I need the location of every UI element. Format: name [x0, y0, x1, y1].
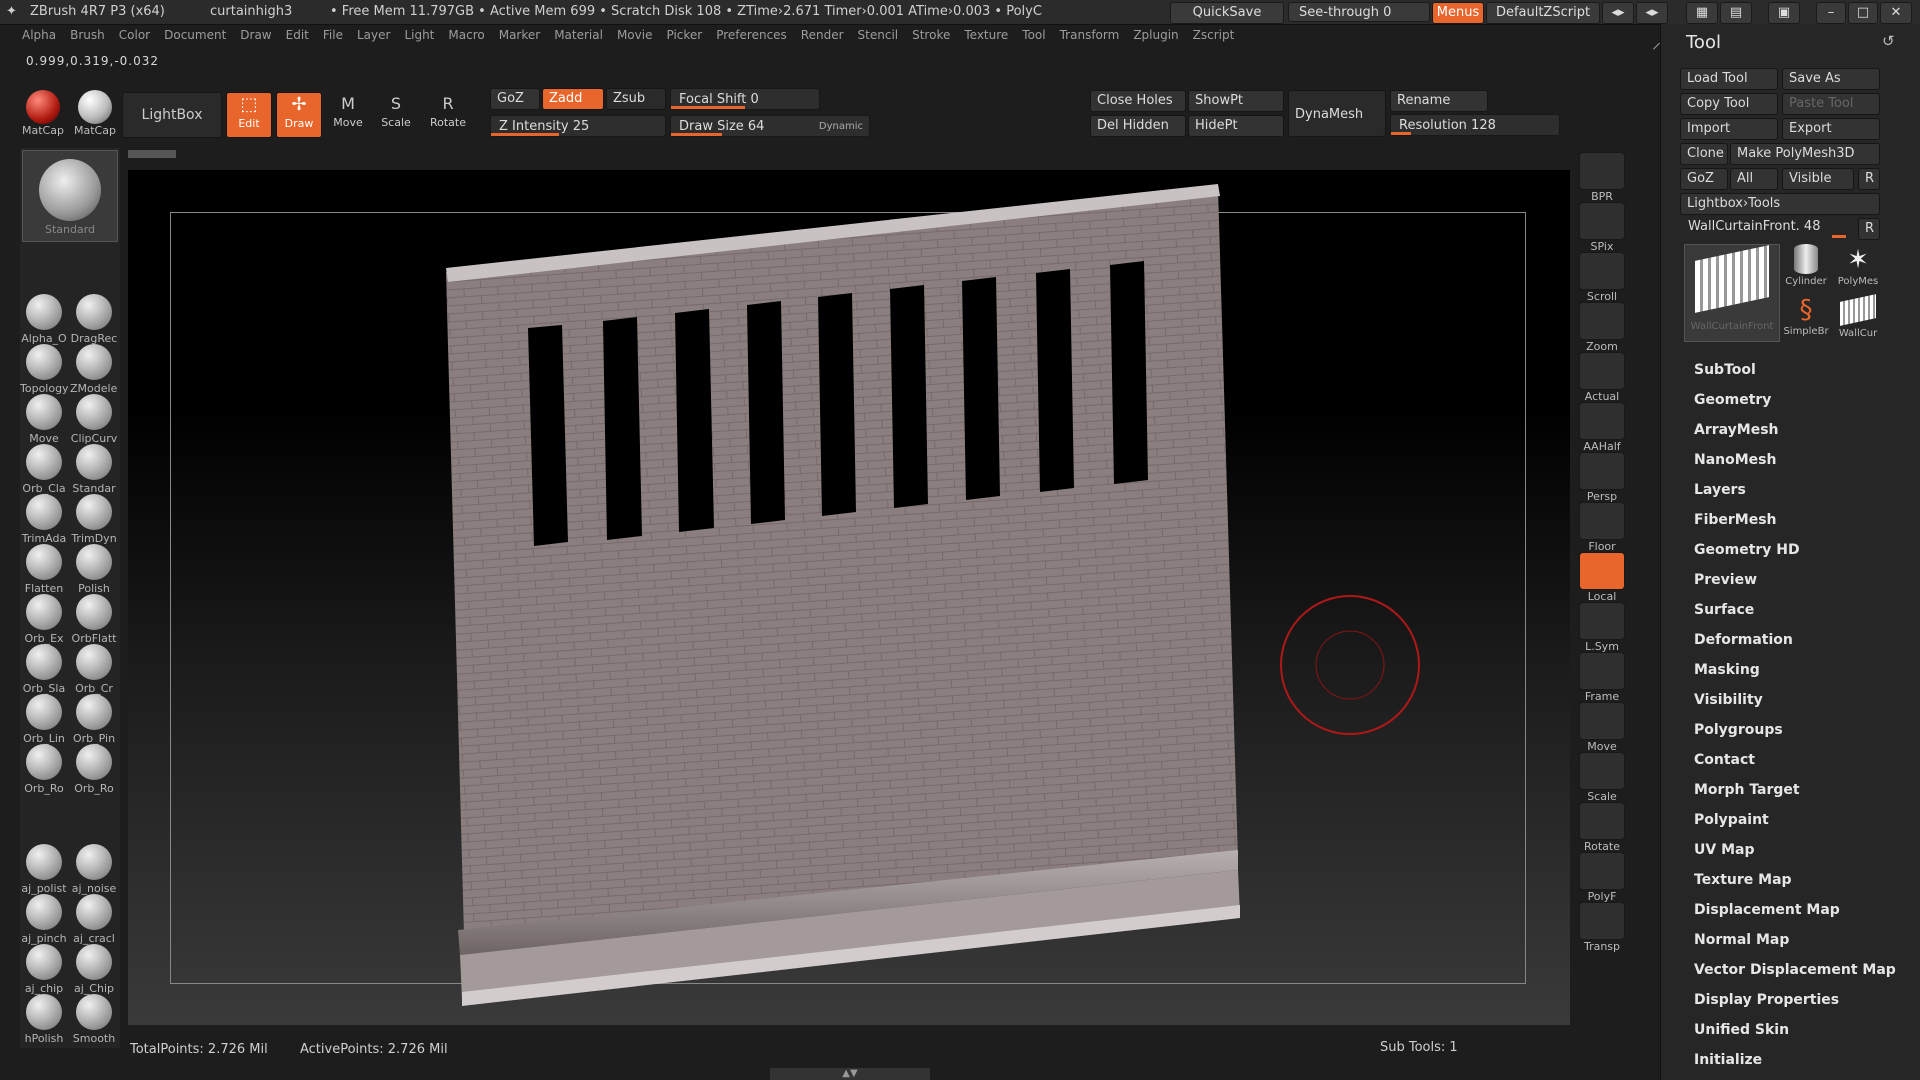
copy-tool-button[interactable]: Copy Tool [1680, 93, 1778, 115]
local-icon [1579, 552, 1625, 590]
tool-thumb-label: PolyMes [1837, 276, 1879, 287]
view-actual-button[interactable]: Actual [1578, 352, 1626, 403]
move-icon [1579, 702, 1625, 740]
actual-icon [1579, 352, 1625, 390]
tool-thumb-label: SimpleBr [1783, 326, 1829, 337]
tool-thumb-label: Cylinder [1785, 276, 1827, 287]
wall-thumb-icon [1695, 245, 1769, 313]
view-bpr-button[interactable]: BPR [1578, 152, 1626, 203]
export-button[interactable]: Export [1782, 118, 1880, 140]
view-floor-button[interactable]: Floor [1578, 502, 1626, 553]
view-rotate-button[interactable]: Rotate [1578, 802, 1626, 853]
tool-menu-fibermesh[interactable]: FiberMesh [1694, 512, 1777, 528]
view-local-button[interactable]: Local [1578, 552, 1626, 603]
tool-menu-arraymesh[interactable]: ArrayMesh [1694, 422, 1779, 438]
tool-menu-unified-skin[interactable]: Unified Skin [1694, 1022, 1789, 1038]
view-move-button[interactable]: Move [1578, 702, 1626, 753]
view-aahalf-button[interactable]: AAHalf [1578, 402, 1626, 453]
view-frame-button[interactable]: Frame [1578, 652, 1626, 703]
tool-thumb-polymesh[interactable]: ✶ PolyMes [1834, 244, 1882, 292]
zoom-icon [1579, 302, 1625, 340]
current-tool-label: WallCurtainFront. 48 [1688, 219, 1821, 234]
wall-curtain-mesh[interactable] [0, 0, 1920, 1080]
cylinder-icon [1794, 244, 1818, 274]
tool-menu-polygroups[interactable]: Polygroups [1694, 722, 1783, 738]
goz-r-button[interactable]: R [1858, 168, 1880, 190]
persp-icon [1579, 452, 1625, 490]
scroll-icon [1579, 252, 1625, 290]
view-spix-button[interactable]: SPix [1578, 202, 1626, 253]
brush-cursor-inner [1315, 630, 1385, 700]
panel-reset-icon[interactable]: ↺ [1882, 32, 1895, 50]
tool-menu-texture-map[interactable]: Texture Map [1694, 872, 1792, 888]
tool-thumb-simplebrush[interactable]: § SimpleBr [1782, 294, 1830, 342]
lsym-icon [1579, 602, 1625, 640]
tool-menu-visibility[interactable]: Visibility [1694, 692, 1763, 708]
tool-thumb-label: WallCurtainFront [1690, 321, 1774, 332]
tool-menu-geometry-hd[interactable]: Geometry HD [1694, 542, 1800, 558]
view-button-label: Transp [1583, 940, 1621, 953]
bottom-tray-toggle-icon[interactable]: ▲▼ [770, 1068, 930, 1080]
subtools-count: Sub Tools: 1 [1380, 1040, 1458, 1055]
tool-menu-preview[interactable]: Preview [1694, 572, 1757, 588]
view-persp-button[interactable]: Persp [1578, 452, 1626, 503]
bpr-icon [1579, 152, 1625, 190]
transp-icon [1579, 902, 1625, 940]
current-tool-fill [1832, 235, 1846, 238]
tool-menu-uv-map[interactable]: UV Map [1694, 842, 1754, 858]
tool-menu-normal-map[interactable]: Normal Map [1694, 932, 1789, 948]
clone-button[interactable]: Clone [1680, 143, 1728, 165]
floor-icon [1579, 502, 1625, 540]
paste-tool-button[interactable]: Paste Tool [1782, 93, 1880, 115]
tool-panel-title: Tool [1686, 32, 1721, 53]
load-tool-button[interactable]: Load Tool [1680, 68, 1778, 90]
tool-menu-morph-target[interactable]: Morph Target [1694, 782, 1800, 798]
active-points: ActivePoints: 2.726 Mil [300, 1042, 448, 1057]
goz-all-button[interactable]: All [1730, 168, 1778, 190]
tool-menu-masking[interactable]: Masking [1694, 662, 1760, 678]
aahalf-icon [1579, 402, 1625, 440]
tool-thumb-cylinder[interactable]: Cylinder [1782, 244, 1830, 292]
total-points: TotalPoints: 2.726 Mil [130, 1042, 268, 1057]
tool-brush-icon: ⸝ [1652, 32, 1661, 53]
tool-menu-polypaint[interactable]: Polypaint [1694, 812, 1769, 828]
tool-menu-displacement-map[interactable]: Displacement Map [1694, 902, 1840, 918]
brush-cursor-outer [1280, 595, 1420, 735]
tool-menu-deformation[interactable]: Deformation [1694, 632, 1793, 648]
polyf-icon [1579, 852, 1625, 890]
tool-menu-geometry[interactable]: Geometry [1694, 392, 1771, 408]
tool-menu-surface[interactable]: Surface [1694, 602, 1754, 618]
make-polymesh-button[interactable]: Make PolyMesh3D [1730, 143, 1880, 165]
import-button[interactable]: Import [1680, 118, 1778, 140]
view-transp-button[interactable]: Transp [1578, 902, 1626, 953]
current-tool-slider[interactable]: WallCurtainFront. 48 [1680, 216, 1854, 238]
view-zoom-button[interactable]: Zoom [1578, 302, 1626, 353]
tool-thumb-wallcurtain[interactable]: WallCurtainFront [1684, 244, 1780, 342]
tool-menu-vector-displacement-map[interactable]: Vector Displacement Map [1694, 962, 1896, 978]
tool-menu-layers[interactable]: Layers [1694, 482, 1746, 498]
spix-icon [1579, 202, 1625, 240]
wall-thumb-small-icon [1840, 294, 1876, 326]
frame-icon [1579, 652, 1625, 690]
goz-tool-button[interactable]: GoZ [1680, 168, 1728, 190]
scale-icon [1579, 752, 1625, 790]
view-lsym-button[interactable]: L.Sym [1578, 602, 1626, 653]
tool-menu-nanomesh[interactable]: NanoMesh [1694, 452, 1776, 468]
current-tool-r-button[interactable]: R [1858, 218, 1880, 240]
lightbox-tools-button[interactable]: Lightbox›Tools [1680, 193, 1880, 215]
view-scale-button[interactable]: Scale [1578, 752, 1626, 803]
tool-menu-initialize[interactable]: Initialize [1694, 1052, 1762, 1068]
polymesh-star-icon: ✶ [1847, 245, 1869, 275]
tool-thumb-wallcur[interactable]: WallCur [1834, 294, 1882, 342]
save-as-button[interactable]: Save As [1782, 68, 1880, 90]
tool-menu-subtool[interactable]: SubTool [1694, 362, 1756, 378]
tool-thumb-label: WallCur [1838, 328, 1878, 339]
tool-menu-display-properties[interactable]: Display Properties [1694, 992, 1839, 1008]
goz-visible-button[interactable]: Visible [1782, 168, 1854, 190]
rotate-icon [1579, 802, 1625, 840]
view-polyf-button[interactable]: PolyF [1578, 852, 1626, 903]
simplebrush-icon: § [1799, 295, 1813, 325]
tool-menu-contact[interactable]: Contact [1694, 752, 1755, 768]
view-scroll-button[interactable]: Scroll [1578, 252, 1626, 303]
